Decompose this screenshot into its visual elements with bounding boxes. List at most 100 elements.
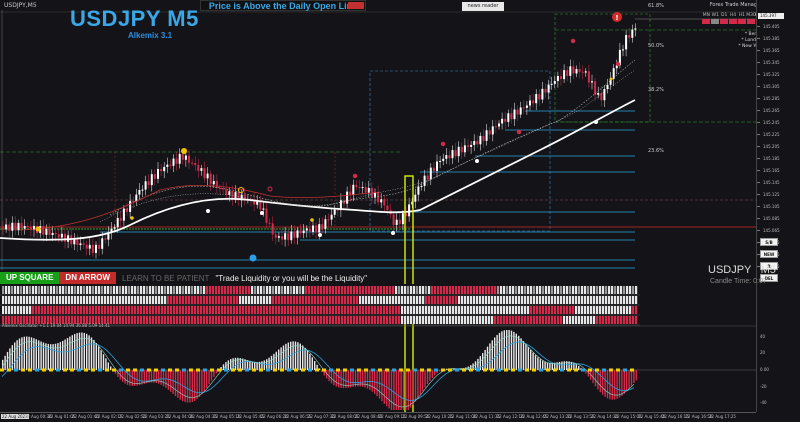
strength-cell bbox=[326, 316, 329, 324]
strength-cell bbox=[356, 286, 359, 294]
osc-bar bbox=[381, 370, 383, 402]
strength-cell bbox=[290, 296, 293, 304]
strength-cell bbox=[512, 286, 515, 294]
osc-bar bbox=[170, 370, 172, 392]
strength-cell bbox=[452, 316, 455, 324]
strength-cell bbox=[500, 296, 503, 304]
strength-cell bbox=[158, 296, 161, 304]
strength-cell bbox=[155, 286, 158, 294]
candle-body bbox=[203, 168, 206, 179]
strength-cell bbox=[368, 316, 371, 324]
strength-cell bbox=[356, 306, 359, 314]
strength-cell bbox=[59, 306, 62, 314]
strength-cell bbox=[203, 286, 206, 294]
strength-cell bbox=[59, 296, 62, 304]
strength-cell bbox=[416, 286, 419, 294]
strength-cell bbox=[461, 306, 464, 314]
strength-cell bbox=[83, 286, 86, 294]
candle-body bbox=[312, 225, 314, 232]
candle-body bbox=[194, 163, 197, 166]
strength-cell bbox=[161, 306, 164, 314]
new-button[interactable]: NEW bbox=[760, 250, 778, 258]
osc-bar bbox=[354, 370, 357, 387]
candle-body bbox=[333, 209, 336, 215]
strength-cell bbox=[215, 306, 218, 314]
strength-cell bbox=[371, 296, 374, 304]
strength-cell bbox=[557, 286, 560, 294]
candle-body bbox=[494, 126, 497, 128]
candle-time: Candle Time: 0:07 bbox=[710, 278, 767, 285]
strength-cell bbox=[500, 286, 503, 294]
strength-cell bbox=[257, 296, 260, 304]
current-price-tag: 145.397 bbox=[758, 13, 784, 19]
news-reader-button[interactable]: news reader bbox=[462, 2, 504, 11]
osc-bar bbox=[62, 340, 64, 370]
osc-bar bbox=[129, 370, 131, 386]
strength-cell bbox=[188, 316, 191, 324]
strength-cell bbox=[557, 316, 560, 324]
osc-bar bbox=[297, 342, 299, 370]
strength-cell bbox=[128, 316, 131, 324]
time-axis[interactable]: 22 Aug 2023 22 Aug 00:30 22 Aug 01:05 22 Au… bbox=[0, 412, 756, 422]
strength-cell bbox=[200, 286, 203, 294]
sb-button[interactable]: S/B bbox=[760, 238, 778, 246]
strength-cell bbox=[404, 306, 407, 314]
osc-bar bbox=[177, 370, 179, 398]
osc-zero-marker bbox=[574, 368, 578, 372]
candle-body bbox=[57, 234, 60, 238]
strength-cell bbox=[161, 316, 164, 324]
price-tick: 145.365 bbox=[757, 48, 780, 53]
timeframe-label[interactable]: MN bbox=[702, 13, 711, 18]
timeframe-label[interactable]: M30 bbox=[746, 13, 756, 18]
candle-body bbox=[581, 71, 584, 73]
strength-cell bbox=[551, 286, 554, 294]
strength-cell bbox=[542, 286, 545, 294]
osc-bar bbox=[2, 359, 4, 370]
strength-cell bbox=[359, 306, 362, 314]
strength-cell bbox=[458, 316, 461, 324]
strength-cell bbox=[227, 286, 230, 294]
osc-bar bbox=[410, 370, 412, 408]
osc-bar bbox=[98, 346, 100, 370]
candle-body bbox=[454, 150, 457, 157]
osc-bar bbox=[482, 353, 484, 370]
strength-cell bbox=[521, 296, 524, 304]
timeframe-label[interactable]: H1 bbox=[737, 13, 746, 18]
strength-cell bbox=[446, 316, 449, 324]
timeframe-label[interactable]: W1 bbox=[711, 13, 720, 18]
strength-cell bbox=[194, 316, 197, 324]
strength-cell bbox=[302, 316, 305, 324]
strength-cell bbox=[329, 316, 332, 324]
strength-cell bbox=[443, 286, 446, 294]
strength-cell bbox=[314, 296, 317, 304]
strength-cell bbox=[200, 316, 203, 324]
strength-cell bbox=[50, 306, 53, 314]
osc-zero-marker bbox=[490, 368, 494, 372]
strength-cell bbox=[320, 286, 323, 294]
strength-cell bbox=[227, 316, 230, 324]
timeframe-label[interactable]: D1 bbox=[720, 13, 729, 18]
osc-zero-marker bbox=[7, 368, 11, 372]
candle-body bbox=[181, 154, 184, 160]
timeframe-label[interactable]: H4 bbox=[729, 13, 738, 18]
strength-cell bbox=[617, 316, 620, 324]
strength-cell bbox=[230, 316, 233, 324]
osc-zero-marker bbox=[210, 368, 214, 372]
osc-bar bbox=[376, 370, 378, 397]
candle-body bbox=[442, 158, 445, 161]
price-chart[interactable]: ! bbox=[0, 0, 800, 422]
osc-bar bbox=[395, 370, 397, 410]
strength-cell bbox=[185, 286, 188, 294]
strength-cell bbox=[302, 286, 305, 294]
strength-cell bbox=[98, 286, 101, 294]
osc-bar bbox=[604, 370, 606, 397]
strength-cell bbox=[218, 306, 221, 314]
candle-body bbox=[169, 164, 172, 166]
strength-cell bbox=[413, 316, 416, 324]
strength-cell bbox=[419, 296, 422, 304]
strength-cell bbox=[236, 316, 239, 324]
osc-bar bbox=[426, 370, 429, 385]
strength-cell bbox=[182, 296, 185, 304]
osc-bar bbox=[611, 370, 613, 400]
strength-cell bbox=[143, 306, 146, 314]
